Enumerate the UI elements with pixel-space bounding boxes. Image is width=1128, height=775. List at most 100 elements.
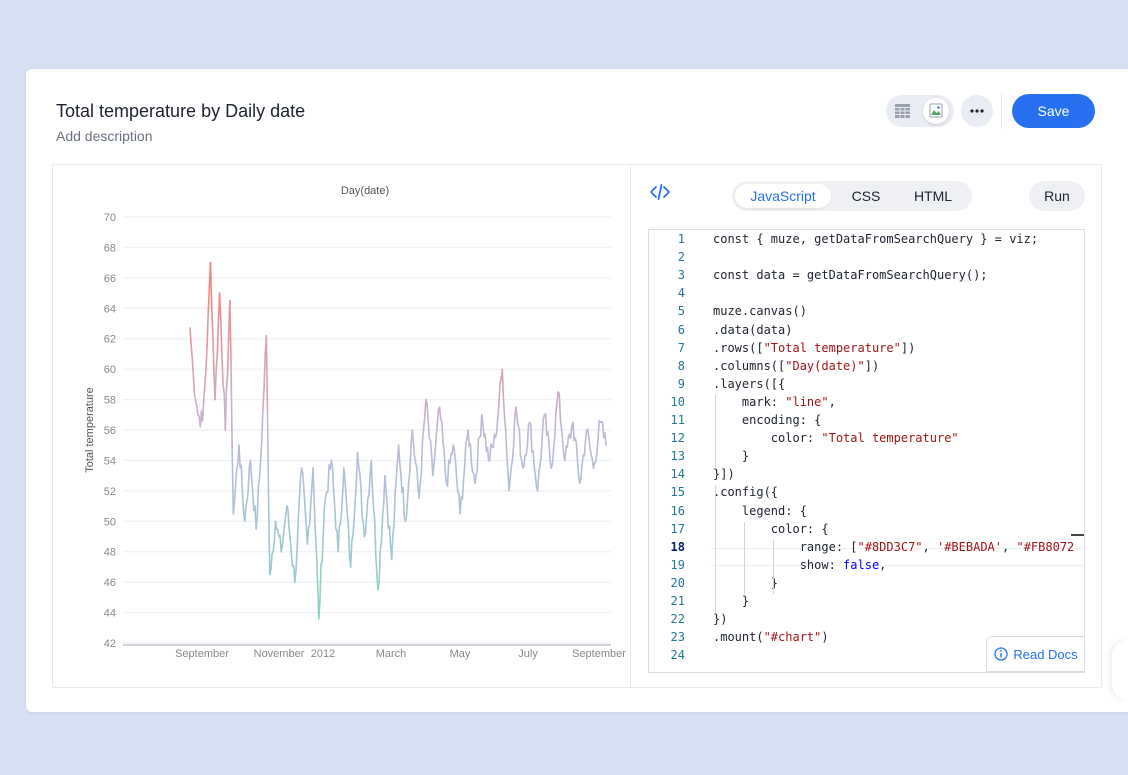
code-line[interactable]: .mount("#chart"): [713, 630, 829, 644]
indent-guide: [773, 539, 774, 594]
series-segment: [492, 433, 496, 449]
code-editor[interactable]: 1 2 3 4 5 6 7 8 9 10 11 12 13 14 15 16 17 18 19 20 21 22 23 24 …: [648, 229, 1085, 673]
page-title[interactable]: Total temperature by Daily date: [56, 101, 305, 122]
series-segment: [294, 570, 297, 583]
code-icon[interactable]: [649, 181, 671, 203]
series-segment: [404, 514, 408, 523]
series-segment: [300, 467, 304, 475]
code-line[interactable]: .layers([{: [713, 377, 785, 391]
code-line[interactable]: range: ["#8DD3C7", '#BEBADA', "#FB8072: [713, 540, 1075, 554]
code-line[interactable]: const data = getDataFromSearchQuery();: [713, 268, 988, 282]
series-segment: [298, 476, 302, 500]
code-line[interactable]: color: {: [713, 522, 829, 536]
code-line[interactable]: }]): [713, 467, 735, 481]
series-segment: [480, 413, 484, 426]
y-tick-label: 54: [104, 455, 116, 467]
more-options-button[interactable]: [961, 95, 993, 127]
series-segment: [196, 405, 199, 416]
series-segment: [576, 459, 580, 478]
tab-css[interactable]: CSS: [836, 184, 896, 208]
code-line[interactable]: legend: {: [713, 504, 807, 518]
series-segment: [444, 471, 448, 485]
series-segment: [215, 352, 219, 371]
series-segment: [302, 473, 305, 492]
side-panel-handle[interactable]: [1112, 640, 1128, 700]
code-line[interactable]: const { muze, getDataFromSearchQuery } =…: [713, 232, 1038, 246]
table-icon[interactable]: [895, 104, 910, 118]
line-number: 5: [677, 304, 685, 319]
panel-divider[interactable]: [630, 165, 631, 687]
series-segment: [559, 418, 563, 431]
series-segment: [390, 534, 394, 561]
series-segment: [552, 436, 556, 450]
series-segment: [469, 443, 473, 465]
series-segment: [247, 465, 251, 493]
chart-title: Day(date): [341, 185, 389, 197]
line-number: 12: [670, 431, 685, 446]
code-line[interactable]: .columns(["Day(date)"]): [713, 359, 879, 373]
x-tick-label: September: [175, 648, 229, 660]
line-number: 2: [677, 250, 685, 265]
code-line[interactable]: }): [713, 612, 727, 626]
series-segment: [225, 372, 229, 389]
series-segment: [379, 540, 383, 550]
series-segment: [201, 399, 205, 422]
code-line[interactable]: .data(data): [713, 323, 792, 337]
code-line[interactable]: .rows(["Total temperature"]): [713, 341, 915, 355]
y-tick-label: 70: [104, 212, 116, 224]
series-segment: [398, 462, 402, 475]
series-segment: [385, 489, 388, 507]
x-tick-label: May: [450, 648, 471, 660]
series-segment: [295, 548, 298, 572]
x-tick-label: September: [572, 648, 626, 660]
chart-view-icon[interactable]: [923, 98, 949, 124]
description-field[interactable]: Add description: [56, 128, 153, 144]
series-segment: [339, 510, 343, 525]
tab-html[interactable]: HTML: [898, 184, 968, 208]
code-line[interactable]: }: [713, 449, 749, 463]
code-line[interactable]: mark: "line",: [713, 395, 836, 409]
series-segment: [453, 450, 457, 463]
series-segment: [572, 421, 575, 442]
save-button[interactable]: Save: [1012, 94, 1095, 128]
code-line[interactable]: color: "Total temperature": [713, 431, 959, 445]
read-docs-button[interactable]: Read Docs: [986, 636, 1084, 672]
series-segment: [394, 477, 398, 494]
series-segment: [488, 443, 492, 462]
code-line[interactable]: }: [713, 576, 778, 590]
series-segment: [512, 415, 516, 446]
series-segment: [266, 411, 270, 504]
series-segment: [446, 459, 450, 487]
series-segment: [454, 461, 458, 481]
series-segment: [349, 540, 353, 568]
series-segment: [537, 464, 541, 475]
series-segment: [518, 428, 522, 457]
series-segment: [520, 459, 524, 469]
line-number: 10: [670, 394, 685, 409]
series-segment: [400, 472, 403, 494]
code-line[interactable]: muze.canvas(): [713, 304, 807, 318]
series-segment: [373, 518, 377, 556]
series-segment: [418, 482, 422, 500]
series-segment: [317, 600, 321, 620]
scrollbar-marker[interactable]: [1071, 534, 1084, 536]
view-toggle[interactable]: [886, 95, 954, 127]
code-line[interactable]: }: [713, 594, 749, 608]
tab-javascript[interactable]: JavaScript: [735, 184, 831, 208]
series-segment: [484, 433, 488, 452]
series-segment: [370, 459, 374, 489]
series-segment: [434, 436, 437, 454]
series-segment: [578, 477, 582, 485]
answer-card: Total temperature by Daily date Add desc…: [26, 69, 1128, 712]
line-number: 22: [670, 612, 685, 627]
series-segment: [377, 580, 380, 591]
y-axis-label: Total temperature: [84, 387, 96, 473]
series-segment: [353, 498, 357, 521]
code-line[interactable]: .config({: [713, 485, 778, 499]
code-line[interactable]: show: false,: [713, 558, 887, 572]
code-line[interactable]: encoding: {: [713, 413, 821, 427]
series-segment: [192, 375, 196, 396]
series-segment: [526, 424, 530, 447]
y-tick-label: 64: [104, 303, 116, 315]
run-button[interactable]: Run: [1029, 181, 1085, 211]
